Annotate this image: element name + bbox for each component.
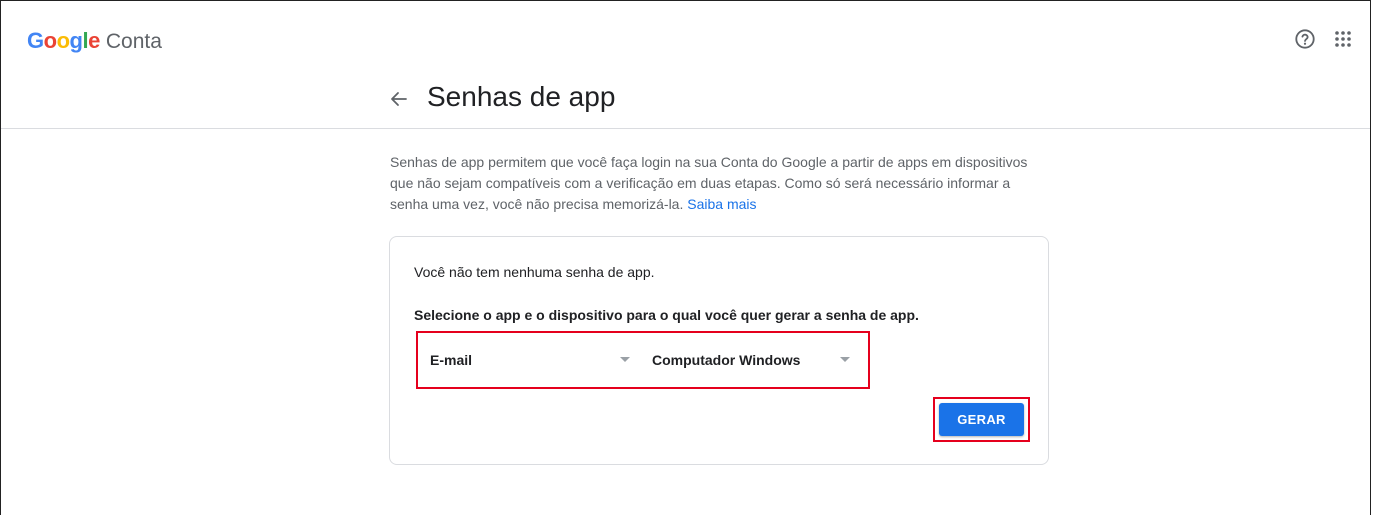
page-title: Senhas de app <box>427 81 616 112</box>
header-divider <box>1 128 1370 129</box>
device-select-value: Computador Windows <box>652 352 801 368</box>
top-bar: Google Conta <box>1 1 1370 75</box>
google-account-logo[interactable]: Google Conta <box>27 28 162 54</box>
product-name: Conta <box>105 30 162 53</box>
dropdown-arrow-icon <box>840 357 850 362</box>
logo-letter: o <box>56 28 70 53</box>
learn-more-link[interactable]: Saiba mais <box>687 196 756 212</box>
instruction-text: Selecione o app e o dispositivo para o q… <box>414 307 919 323</box>
device-select[interactable]: Computador Windows <box>652 347 850 373</box>
app-select-value: E-mail <box>430 352 473 368</box>
logo-letter: G <box>27 28 44 53</box>
apps-grid-icon[interactable] <box>1334 30 1352 48</box>
logo-letter: o <box>43 28 57 53</box>
dropdown-arrow-icon <box>620 357 630 362</box>
intro-paragraph: Senhas de app permitem que você faça log… <box>390 152 1050 215</box>
select-highlight: E-mail Computador Windows <box>416 331 870 389</box>
google-logo: Google <box>27 28 100 54</box>
app-passwords-card: Você não tem nenhuma senha de app. Selec… <box>389 236 1049 465</box>
button-highlight: GERAR <box>933 397 1030 442</box>
app-select[interactable]: E-mail <box>430 347 630 373</box>
help-icon[interactable] <box>1294 28 1316 50</box>
page-frame: Google Conta Senhas de app Senhas de app… <box>0 0 1371 515</box>
logo-letter: e <box>88 28 100 53</box>
logo-letter: g <box>69 28 83 53</box>
generate-button[interactable]: GERAR <box>939 403 1024 436</box>
arrow-back-icon[interactable] <box>387 87 411 111</box>
empty-message: Você não tem nenhuma senha de app. <box>414 264 655 280</box>
